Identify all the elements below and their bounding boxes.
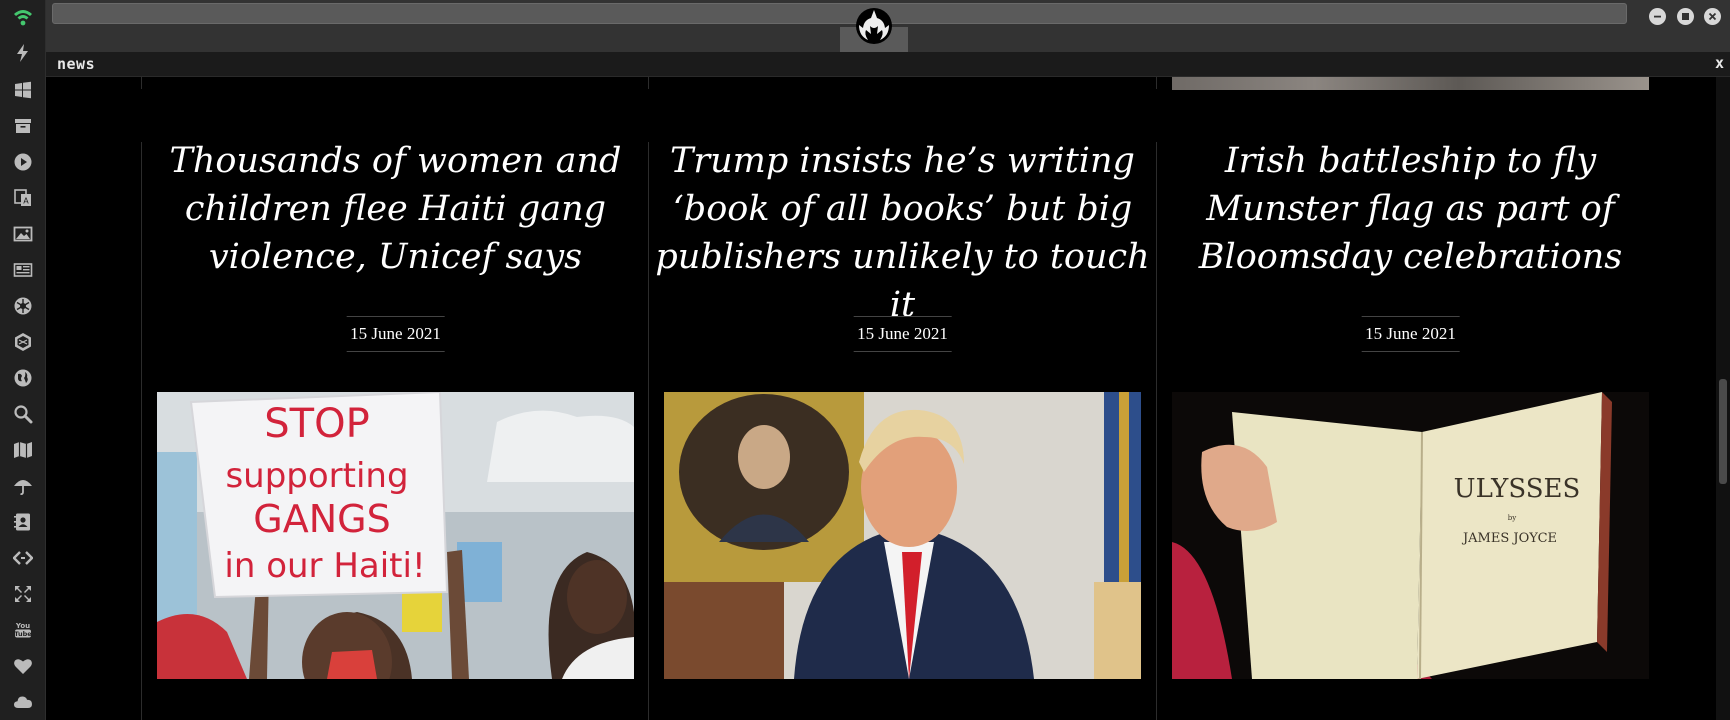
book-by: by <box>1508 514 1516 522</box>
search-icon[interactable] <box>11 402 35 426</box>
article-photo[interactable]: STOP supporting GANGS in our Haiti! <box>157 392 634 679</box>
globe-icon[interactable] <box>11 366 35 390</box>
map-icon[interactable] <box>11 438 35 462</box>
umbrella-icon[interactable] <box>11 474 35 498</box>
app-dock: A You Tube <box>0 0 46 720</box>
play-icon[interactable] <box>11 150 35 174</box>
svg-text:A: A <box>23 197 29 206</box>
previous-article-photo[interactable] <box>1172 77 1649 90</box>
book-author: JAMES JOYCE <box>1461 531 1557 546</box>
translate-icon[interactable]: A <box>11 186 35 210</box>
contacts-icon[interactable] <box>11 510 35 534</box>
svg-text:You: You <box>15 622 30 630</box>
article-date: 15 June 2021 <box>346 316 445 352</box>
sign-line: STOP <box>264 401 369 447</box>
article-date: 15 June 2021 <box>853 316 952 352</box>
image-icon[interactable] <box>11 222 35 246</box>
code-icon[interactable] <box>11 546 35 570</box>
panel-title: news <box>57 55 96 73</box>
rebel-emblem-icon[interactable] <box>11 294 35 318</box>
rebel-alliance-icon <box>856 8 892 44</box>
article-date: 15 June 2021 <box>1361 316 1460 352</box>
sign-line: in our Haiti! <box>224 546 425 586</box>
panel-header: news x <box>46 52 1730 77</box>
news-feed[interactable]: Thousands of women and children flee Hai… <box>46 77 1716 720</box>
article-card[interactable]: Trump insists he’s writing ‘book of all … <box>649 137 1156 720</box>
newspaper-icon[interactable] <box>11 258 35 282</box>
book-title: ULYSSES <box>1454 474 1581 504</box>
article-photo[interactable] <box>664 392 1141 679</box>
wifi-icon[interactable] <box>11 5 35 29</box>
brand-tab[interactable] <box>840 0 908 52</box>
expand-icon[interactable] <box>11 582 35 606</box>
lightning-icon[interactable] <box>11 41 35 65</box>
vertical-scrollbar[interactable] <box>1716 77 1730 720</box>
sign-line: supporting <box>225 456 408 496</box>
top-bar <box>46 0 1730 52</box>
close-window-button[interactable] <box>1704 8 1721 25</box>
article-title[interactable]: Trump insists he’s writing ‘book of all … <box>649 137 1156 329</box>
svg-text:Tube: Tube <box>14 630 32 638</box>
article-title[interactable]: Irish battleship to fly Munster flag as … <box>1157 137 1664 281</box>
sign-line: GANGS <box>253 497 390 541</box>
panel-close-button[interactable]: x <box>1715 54 1724 72</box>
cloud-icon[interactable] <box>11 690 35 714</box>
archive-icon[interactable] <box>11 114 35 138</box>
article-card[interactable]: Irish battleship to fly Munster flag as … <box>1157 137 1664 720</box>
maximize-button[interactable] <box>1677 8 1694 25</box>
minimize-button[interactable] <box>1649 8 1666 25</box>
scrollbar-thumb[interactable] <box>1719 379 1727 484</box>
article-card[interactable]: Thousands of women and children flee Hai… <box>142 137 649 720</box>
article-title[interactable]: Thousands of women and children flee Hai… <box>142 137 649 281</box>
heart-icon[interactable] <box>11 654 35 678</box>
youtube-icon[interactable]: You Tube <box>11 618 35 642</box>
empire-emblem-icon[interactable] <box>11 330 35 354</box>
windows-icon[interactable] <box>11 78 35 102</box>
article-photo[interactable]: ULYSSES by JAMES JOYCE <box>1172 392 1649 679</box>
